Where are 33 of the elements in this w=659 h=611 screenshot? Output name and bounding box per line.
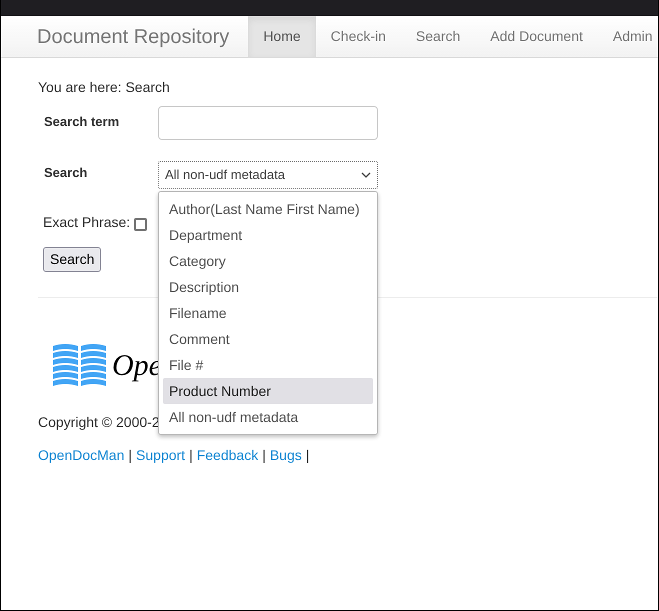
footer-link[interactable]: Support [136,445,186,466]
dropdown-option[interactable]: Author(Last Name First Name) [163,196,373,222]
dropdown-option[interactable]: File # [163,352,373,378]
field-label: Search [44,164,88,182]
exact-phrase-checkbox[interactable] [134,218,148,231]
search-term-field[interactable] [158,106,378,140]
footer-link[interactable]: OpenDocMan [38,445,124,466]
exact-phrase-label: Exact Phrase: [43,213,130,232]
dropdown-option[interactable]: Category [163,248,373,274]
search-field-select[interactable]: All non-udf metadata [158,161,378,189]
dropdown-option[interactable]: Product Number [163,378,373,404]
search-button[interactable]: Search [43,247,102,272]
dropdown-option[interactable]: Comment [163,326,373,352]
dropdown-option[interactable]: Department [163,222,373,248]
dropdown-option[interactable]: Description [163,274,373,300]
footer-link[interactable]: Feedback [196,445,258,466]
brand-title: Document Repository [37,24,230,50]
dropdown-option[interactable]: Filename [163,300,373,326]
nav-tab[interactable]: Check-in [316,16,401,57]
nav-tab[interactable]: Admin [598,16,659,57]
chevron-down-icon [361,172,371,178]
nav-tab[interactable]: Add Document [475,16,598,57]
dropdown-option[interactable]: All non-udf metadata [163,404,373,430]
link-separator: | [304,446,310,465]
nav-tab[interactable]: Home [248,16,316,57]
nav-tab[interactable]: Search [400,16,476,57]
link-separator: | [188,446,194,465]
footer-link[interactable]: Bugs [270,445,302,466]
breadcrumb: You are here: Search [38,78,171,96]
link-separator: | [261,446,267,465]
field-label: Search term [44,113,120,131]
copyright-text: Copyright © 2000-2 [38,413,160,432]
link-separator: | [127,446,134,465]
